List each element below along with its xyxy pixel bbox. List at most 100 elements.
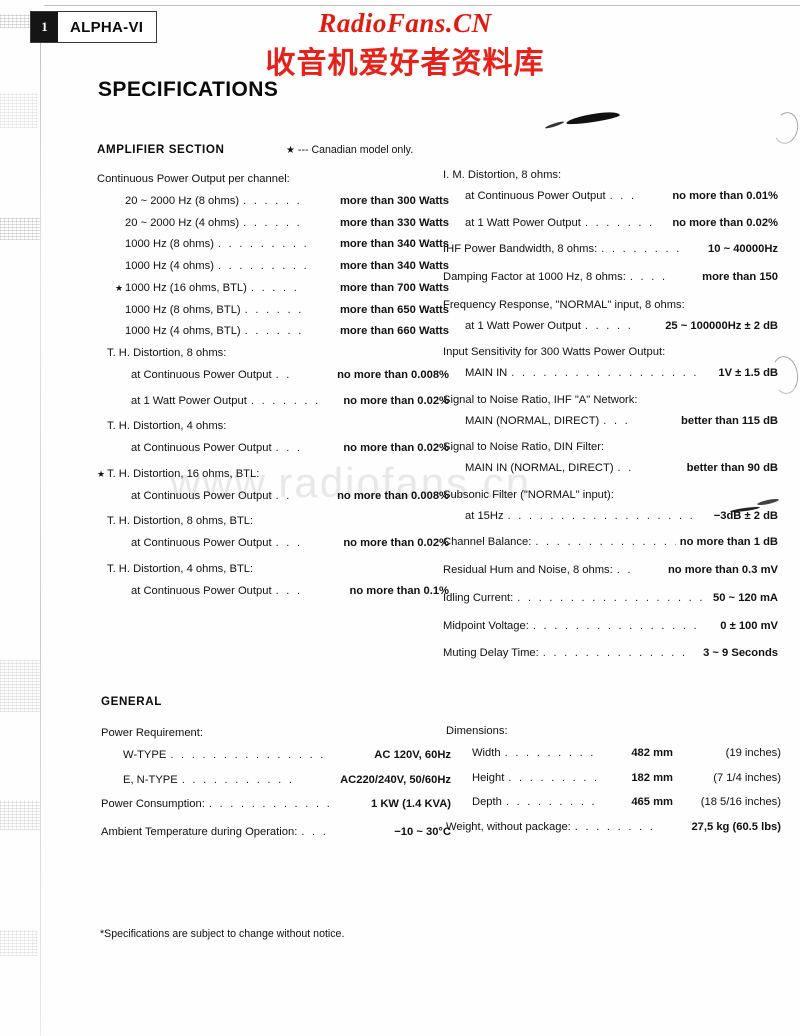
dot-leader: . . . . . . . . <box>574 822 656 833</box>
spec-value: no more than 0.02% <box>343 537 449 549</box>
spec-value: AC220/240V, 50/60Hz <box>340 773 451 786</box>
power-consumption-row: Power Consumption:. . . . . . . . . . . … <box>101 799 451 811</box>
spec-group-heading: Frequency Response, "NORMAL" input, 8 oh… <box>443 298 778 312</box>
spec-inline-row: Channel Balance:. . . . . . . . . . . . … <box>443 536 778 549</box>
spec-label: at 1 Watt Power Output <box>131 394 247 407</box>
page-title: SPECIFICATIONS <box>98 78 279 101</box>
spec-value-inches: (7 1/4 inches) <box>713 771 781 784</box>
spec-value: 465 mm <box>631 796 673 809</box>
spec-value: 10 ~ 40000Hz <box>708 243 778 256</box>
spec-value: more than 340 Watts <box>339 260 449 272</box>
spec-value: −10 ~ 30°C <box>394 826 451 839</box>
spec-value-inches: (19 inches) <box>725 746 781 759</box>
spec-value: no more than 0.02% <box>343 442 449 454</box>
general-section-heading: GENERAL <box>101 695 162 708</box>
spec-value: better than 90 dB <box>686 462 778 474</box>
amplifier-section-heading: AMPLIFIER SECTION <box>97 143 225 156</box>
spec-inline-row: Muting Delay Time:. . . . . . . . . . . … <box>443 647 778 660</box>
spec-label: W-TYPE <box>123 748 167 761</box>
spec-label: T. H. Distortion, 8 ohms: <box>107 347 227 359</box>
spec-label: at 1 Watt Power Output <box>465 216 581 229</box>
spec-group-heading: Signal to Noise Ratio, DIN Filter: <box>443 441 778 454</box>
spec-label: at Continuous Power Output <box>131 368 272 381</box>
dot-leader: . . . <box>275 443 303 454</box>
dot-leader: . . . . . . . . . . . . . . <box>505 797 601 809</box>
scan-noise-artifact <box>0 218 40 240</box>
power-output-heading: Continuous Power Output per channel: <box>97 173 290 185</box>
power-output-row: 1000 Hz (8 ohms, BTL). . . . . . more tha… <box>115 304 449 317</box>
pen-curl-artifact <box>770 109 800 147</box>
thd-row: at Continuous Power Output. . no more tha… <box>97 368 449 382</box>
watermark-brand-chinese: 收音机爱好者资料库 <box>265 46 545 81</box>
spec-sub-row: MAIN (NORMAL, DIRECT). . . better than 11… <box>443 415 778 428</box>
spec-label: at Continuous Power Output <box>131 537 272 549</box>
power-requirement-row: W-TYPE. . . . . . . . . . . . . . . AC 12… <box>101 748 451 762</box>
watermark-brand: RadioFans.CN <box>318 8 492 38</box>
dot-leader: . . . <box>275 538 303 549</box>
spec-value: no more than 0.008% <box>337 489 449 502</box>
dot-leader: . . . . . . . . . . . . . . . . . . <box>517 592 705 604</box>
spec-label: MAIN IN (NORMAL, DIRECT) <box>465 462 614 474</box>
spec-label: Signal to Noise Ratio, DIN Filter: <box>443 441 605 454</box>
scan-noise-artifact <box>0 800 40 830</box>
dot-leader: . . . <box>603 415 631 427</box>
power-output-row: 1000 Hz (8 ohms). . . . . . . . . more th… <box>115 238 449 251</box>
spec-value: more than 340 Watts <box>339 238 449 251</box>
spec-label: Frequency Response, "NORMAL" input, 8 oh… <box>443 298 685 311</box>
dot-leader: . . . . . . . . . . . . . . . <box>170 749 326 761</box>
scan-noise-artifact <box>0 660 40 712</box>
canadian-model-note-text: --- Canadian model only. <box>297 144 414 156</box>
amplifier-right-groups: I. M. Distortion, 8 ohms: at Continuous P… <box>443 169 778 660</box>
weight-row-container: Weight, without package:. . . . . . . . 2… <box>446 821 781 834</box>
dot-leader: . . . . . . . <box>250 395 321 407</box>
thd-group-heading: T. H. Distortion, 8 ohms: <box>97 347 449 360</box>
page-number-box: 1 <box>31 12 58 42</box>
dimensions-rows: Width. . . . . . . . . . . . .482 mm(19 … <box>446 746 781 809</box>
scan-noise-artifact <box>0 930 38 956</box>
dot-leader: . . . . . . . . . . . . . . . . <box>532 620 699 632</box>
thd-groups: T. H. Distortion, 8 ohms: at Continuous P… <box>97 347 449 597</box>
spec-value: no more than 1 dB <box>679 536 778 549</box>
weight-row: Weight, without package:. . . . . . . . 2… <box>446 821 781 834</box>
spec-label: 1000 Hz (16 ohms, BTL) <box>125 281 247 294</box>
spec-value: more than 150 <box>702 271 778 283</box>
spec-label: 1000 Hz (8 ohms) <box>125 238 214 251</box>
spec-value: 25 ~ 100000Hz ± 2 dB <box>665 319 778 332</box>
ambient-temperature-row: Ambient Temperature during Operation:. .… <box>101 826 451 839</box>
dot-leader: . . . . . . . . . . . . . . . . . . <box>511 368 699 379</box>
spec-value: 0 ± 100 mV <box>720 619 778 632</box>
thd-group-heading: T. H. Distortion, 8 ohms, BTL: <box>97 515 449 528</box>
spec-label: Muting Delay Time: <box>443 647 539 660</box>
power-output-row: ★ 1000 Hz (16 ohms, BTL). . . . . more tha… <box>115 281 449 295</box>
power-output-row: 1000 Hz (4 ohms, BTL). . . . . . more tha… <box>115 325 449 338</box>
dot-leader: . . . . . . . . . . . . . <box>504 747 601 759</box>
spec-value: more than 660 Watts <box>339 325 449 338</box>
dot-leader: . . . . . . <box>244 326 304 338</box>
spec-label: at Continuous Power Output <box>465 189 606 202</box>
spec-value: more than 300 Watts <box>339 194 449 207</box>
model-badge: 1 ALPHA-VI <box>30 11 158 43</box>
specifications-page: 1 ALPHA-VI RadioFans.CN 收音机爱好者资料库 SPECIF… <box>0 0 800 1036</box>
spec-label: T. H. Distortion, 8 ohms, BTL: <box>107 515 254 528</box>
spec-label: Weight, without package: <box>446 821 571 833</box>
spec-label: Idling Current: <box>443 591 514 604</box>
spec-group-heading: Subsonic Filter ("NORMAL" input): <box>443 489 778 502</box>
spec-value: no more than 0.01% <box>672 189 778 202</box>
spec-label: Width <box>472 746 501 759</box>
spec-label: at Continuous Power Output <box>131 489 272 502</box>
star-icon: ★ <box>286 145 295 156</box>
dot-leader: . . . . . . <box>243 217 303 229</box>
spec-label: at 15Hz <box>465 509 504 522</box>
thd-row: at Continuous Power Output. . no more tha… <box>97 489 449 503</box>
spec-label: at Continuous Power Output <box>131 442 272 454</box>
spec-value: no more than 0.1% <box>349 584 449 597</box>
dot-leader: . . . . . . . . . . . . . <box>508 772 601 784</box>
dot-leader: . . . . . . . . . <box>217 239 309 251</box>
spec-value: 50 ~ 120 mA <box>713 591 778 604</box>
spec-group-heading: Signal to Noise Ratio, IHF "A" Network: <box>443 394 778 407</box>
spec-value: 3 ~ 9 Seconds <box>703 647 778 660</box>
spec-sub-row: at 15Hz. . . . . . . . . . . . . . . . .… <box>443 509 778 523</box>
spec-value: 182 mm <box>631 771 673 784</box>
model-name: ALPHA-VI <box>70 18 144 36</box>
spec-label: MAIN IN <box>465 367 508 379</box>
